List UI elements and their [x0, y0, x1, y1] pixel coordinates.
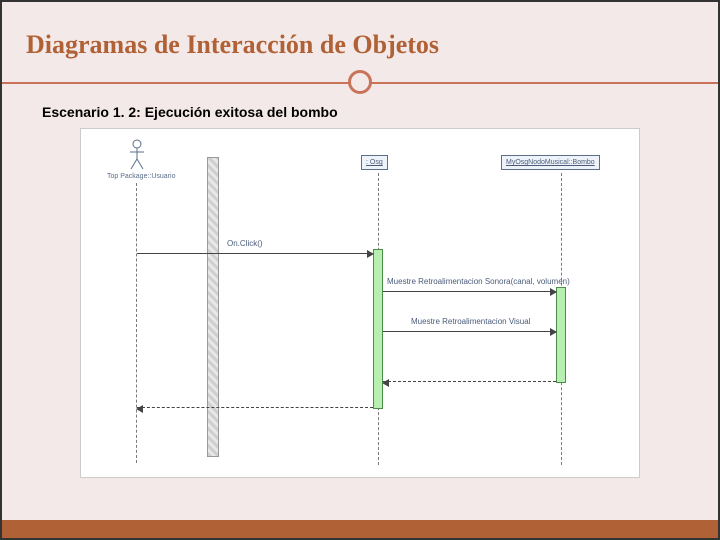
footer-bar [2, 520, 718, 538]
return-arrow-osg-usuario [137, 407, 373, 408]
message-label-visual: Muestre Retroalimentacion Visual [411, 317, 530, 326]
page-title: Diagramas de Interacción de Objetos [2, 2, 718, 70]
participant-osg: : Osg [361, 155, 388, 170]
sequence-diagram: Top Package::Usuario : Osg MyOsgNodoMusi… [80, 128, 640, 478]
participant-bombo: MyOsgNodoMusical::Bombo [501, 155, 600, 170]
actor-usuario: Top Package::Usuario [107, 139, 167, 180]
lifeline-usuario [136, 183, 137, 463]
message-arrow-onclick [137, 253, 373, 254]
message-arrow-sonora [383, 291, 556, 292]
title-divider [2, 70, 718, 94]
actor-label: Top Package::Usuario [107, 173, 167, 180]
scenario-subtitle: Escenario 1. 2: Ejecución exitosa del bo… [2, 94, 718, 128]
activation-bombo [556, 287, 566, 383]
stick-figure-icon [128, 139, 146, 171]
message-label-sonora: Muestre Retroalimentacion Sonora(canal, … [387, 277, 570, 286]
message-label-onclick: On.Click() [227, 239, 263, 248]
return-arrow-bombo-osg [383, 381, 556, 382]
boundary-activation [207, 157, 219, 457]
message-arrow-visual [383, 331, 556, 332]
divider-circle-icon [348, 70, 372, 94]
